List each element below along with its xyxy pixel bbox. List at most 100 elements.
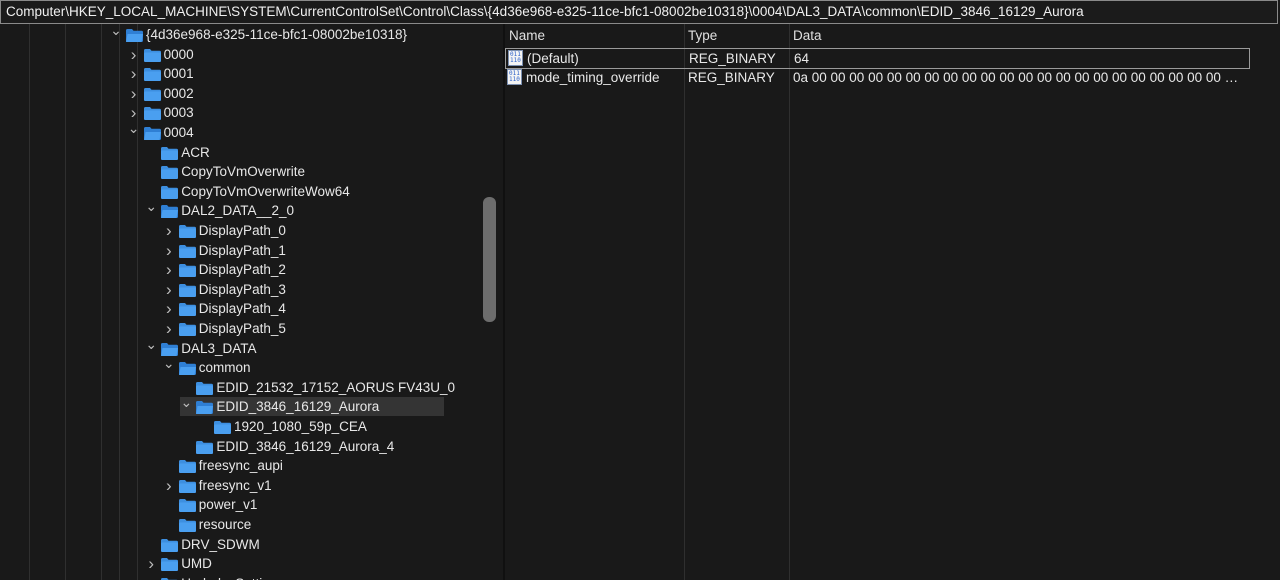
column-separator[interactable] [684, 24, 685, 580]
tree-node-label: DRV_SDWM [181, 536, 260, 552]
chevron-down-icon[interactable]: ⌄ [110, 24, 122, 44]
tree-node-label: power_v1 [198, 497, 258, 513]
folder-icon [161, 538, 179, 552]
column-separator[interactable] [789, 24, 790, 580]
tree-node[interactable]: power_v1 [163, 495, 500, 514]
tree-node-label: 0002 [163, 85, 194, 101]
column-header-name[interactable]: Name [509, 28, 545, 43]
column-header-type[interactable]: Type [688, 28, 717, 43]
tree-node[interactable]: › DisplayPath_0 [163, 221, 500, 240]
folder-icon [161, 185, 179, 199]
chevron-right-icon[interactable]: › [163, 299, 175, 318]
tree-guide-line [101, 24, 102, 580]
tree-node-label: CopyToVmOverwriteWow64 [181, 183, 350, 199]
tree-node-label: DAL3_DATA [181, 340, 257, 356]
folder-icon [178, 322, 196, 336]
tree-node-label: {4d36e968-e325-11ce-bfc1-08002be10318} [146, 27, 407, 42]
tree-node-label: DAL2_DATA__2_0 [181, 203, 295, 219]
folder-icon [178, 459, 196, 474]
chevron-right-icon[interactable]: › [163, 221, 175, 240]
chevron-right-icon[interactable]: › [128, 84, 140, 103]
folder-icon [214, 420, 231, 434]
value-type: REG_BINARY [689, 51, 776, 66]
chevron-right-icon[interactable]: › [163, 476, 175, 495]
tree-node[interactable]: EDID_21532_17152_AORUS FV43U_0 [180, 378, 500, 397]
tree-node[interactable]: ⌄ DAL2_DATA__2_0 [145, 199, 489, 220]
address-bar[interactable]: Computer\HKEY_LOCAL_MACHINE\SYSTEM\Curre… [0, 0, 1278, 24]
tree-node[interactable]: › freesync_v1 [163, 476, 500, 495]
folder-icon [178, 283, 196, 297]
tree-node-label: ACR [181, 144, 210, 160]
folder-icon [178, 224, 196, 238]
tree-node[interactable]: › 0003 [128, 103, 472, 122]
tree-node[interactable]: › 0000 [128, 45, 472, 64]
folder-icon [178, 361, 196, 376]
tree-node[interactable]: › UMD [145, 554, 489, 573]
tree-scrollbar-thumb[interactable] [483, 197, 496, 322]
tree-node[interactable]: › DisplayPath_4 [163, 299, 500, 318]
folder-icon [161, 342, 179, 356]
folder-icon [178, 244, 196, 258]
tree-node[interactable]: CopyToVmOverwrite [145, 162, 489, 181]
folder-icon [143, 106, 161, 121]
tree-node-label: DisplayPath_3 [198, 281, 286, 297]
tree-node-label: EDID_3846_16129_Aurora_4 [216, 438, 395, 454]
tree-node[interactable]: › UnderlaySettings [145, 574, 489, 580]
tree-node[interactable]: ⌄ common [163, 356, 500, 377]
chevron-down-icon[interactable]: ⌄ [163, 356, 175, 377]
tree-node-label: CopyToVmOverwrite [181, 164, 305, 180]
tree-node[interactable]: › 0002 [128, 84, 472, 103]
tree-guide-line [65, 24, 66, 580]
chevron-down-icon[interactable]: ⌄ [180, 395, 193, 416]
tree-node[interactable]: ⌄ {4d36e968-e325-11ce-bfc1-08002be10318} [110, 24, 454, 44]
tree-node[interactable]: ⌄ EDID_3846_16129_Aurora [180, 395, 445, 417]
value-row[interactable]: 011 110 mode_timing_override REG_BINARY 0… [505, 68, 1250, 88]
value-name: mode_timing_override [526, 70, 660, 85]
chevron-right-icon[interactable]: › [163, 280, 175, 299]
tree-node-label: DisplayPath_2 [198, 262, 286, 278]
chevron-right-icon[interactable]: › [163, 319, 175, 338]
tree-guide-line [119, 24, 120, 580]
tree-node[interactable]: resource [163, 515, 500, 534]
tree-node[interactable]: ACR [145, 143, 489, 162]
chevron-right-icon[interactable]: › [163, 241, 175, 260]
tree-node[interactable]: EDID_3846_16129_Aurora_4 [180, 437, 500, 456]
chevron-down-icon[interactable]: ⌄ [145, 337, 157, 358]
value-type: REG_BINARY [688, 70, 775, 85]
folder-icon [178, 263, 196, 278]
folder-icon [178, 518, 196, 532]
column-header-data[interactable]: Data [793, 28, 822, 43]
tree-node-label: DisplayPath_1 [198, 242, 286, 258]
chevron-down-icon[interactable]: ⌄ [128, 121, 140, 142]
folder-icon [178, 498, 196, 513]
tree-node[interactable]: › DisplayPath_5 [163, 319, 500, 338]
folder-icon [143, 67, 161, 82]
folder-icon [178, 479, 196, 493]
chevron-right-icon[interactable]: › [145, 574, 157, 580]
tree-node[interactable]: › DisplayPath_1 [163, 241, 500, 260]
tree-node-label: 0003 [163, 105, 194, 121]
tree-node-label: DisplayPath_4 [198, 301, 286, 317]
folder-icon [161, 557, 179, 572]
tree-node-label: 1920_1080_59p_CEA [234, 419, 367, 434]
tree-node[interactable]: ⌄ 0004 [128, 121, 472, 142]
chevron-right-icon[interactable]: › [163, 260, 175, 279]
chevron-down-icon[interactable]: ⌄ [145, 199, 157, 220]
chevron-right-icon[interactable]: › [145, 554, 157, 573]
tree-node-label: common [198, 360, 251, 376]
tree-node[interactable]: 1920_1080_59p_CEA [198, 417, 500, 436]
tree-node[interactable]: ⌄ DAL3_DATA [145, 337, 489, 358]
tree-node[interactable]: › DisplayPath_2 [163, 260, 500, 279]
tree-node[interactable]: › DisplayPath_3 [163, 280, 500, 299]
tree-node[interactable]: › 0001 [128, 64, 472, 83]
chevron-right-icon[interactable]: › [128, 45, 140, 64]
chevron-right-icon[interactable]: › [128, 64, 140, 83]
registry-tree[interactable]: ⌄ {4d36e968-e325-11ce-bfc1-08002be10318} ›… [0, 24, 500, 580]
tree-node[interactable]: CopyToVmOverwriteWow64 [145, 182, 489, 201]
folder-icon [126, 28, 143, 42]
tree-node[interactable]: freesync_aupi [163, 456, 500, 475]
tree-node-label: 0001 [163, 66, 194, 82]
value-row[interactable]: 011 110 (Default) REG_BINARY 64 [505, 48, 1250, 69]
tree-node[interactable]: DRV_SDWM [145, 535, 489, 554]
folder-icon [161, 146, 179, 160]
